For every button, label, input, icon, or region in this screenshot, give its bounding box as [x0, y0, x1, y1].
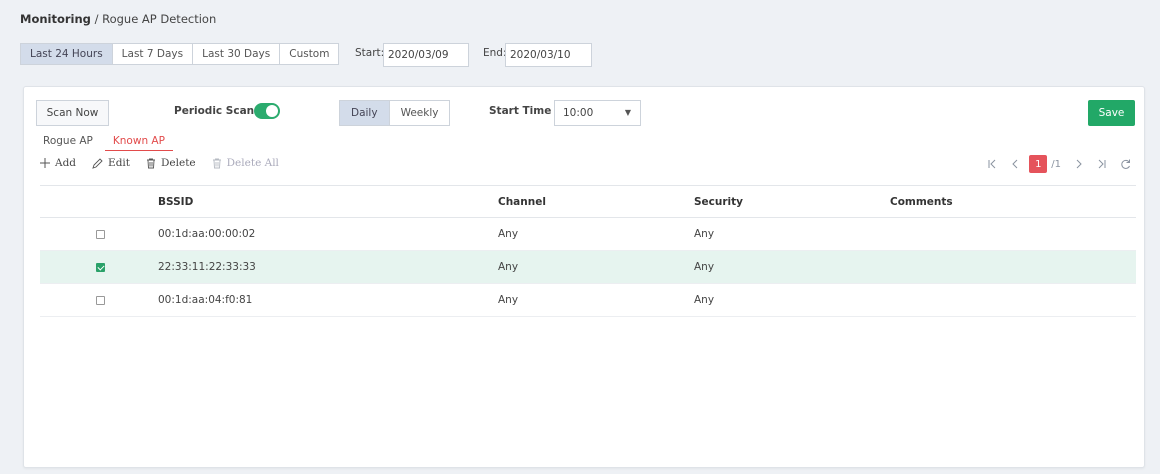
start-date-label: Start:: [355, 47, 385, 59]
trash-icon: [212, 158, 221, 168]
start-time-label: Start Time: [489, 105, 552, 117]
last-page-icon[interactable]: [1093, 155, 1111, 173]
range-last-30-days[interactable]: Last 30 Days: [192, 43, 281, 65]
range-last-24-hours[interactable]: Last 24 Hours: [20, 43, 113, 65]
range-custom[interactable]: Custom: [279, 43, 340, 65]
cell-security: Any: [694, 250, 890, 284]
trash-icon: [147, 158, 155, 168]
toggle-knob: [266, 105, 278, 117]
cell-bssid: 00:1d:aa:04:f0:81: [158, 283, 498, 317]
breadcrumb-separator: /: [94, 12, 99, 26]
cell-bssid: 22:33:11:22:33:33: [158, 250, 498, 284]
header-bssid: BSSID: [158, 185, 498, 218]
frequency-daily[interactable]: Daily: [339, 100, 390, 126]
header-security: Security: [694, 185, 890, 218]
start-time-select[interactable]: 10:00 ▼: [554, 100, 641, 126]
row-checkbox[interactable]: [96, 229, 105, 239]
delete-all-button[interactable]: Delete All: [212, 157, 279, 169]
periodic-scan-toggle[interactable]: [254, 103, 280, 119]
cell-security: Any: [694, 217, 890, 251]
first-page-icon[interactable]: [983, 155, 1001, 173]
header-comments: Comments: [890, 185, 1136, 218]
scan-now-button[interactable]: Scan Now: [36, 100, 109, 126]
breadcrumb-page: Rogue AP Detection: [102, 12, 217, 26]
pagination: 1 /1: [978, 155, 1134, 173]
breadcrumb-section[interactable]: Monitoring: [20, 12, 91, 26]
edit-label: Edit: [108, 157, 130, 169]
frequency-weekly[interactable]: Weekly: [388, 100, 451, 126]
periodic-scan-label: Periodic Scan: [174, 105, 255, 117]
delete-button[interactable]: Delete: [146, 157, 196, 169]
tab-rogue-ap[interactable]: Rogue AP: [37, 132, 99, 151]
time-range-selector: Last 24 Hours Last 7 Days Last 30 Days C…: [20, 43, 340, 65]
start-date-input[interactable]: 2020/03/09: [383, 43, 469, 67]
add-button[interactable]: Add: [40, 157, 76, 169]
rogue-ap-panel: Scan Now Periodic Scan Daily Weekly Star…: [23, 86, 1145, 468]
table-row[interactable]: 00:1d:aa:04:f0:81 Any Any: [40, 283, 1136, 317]
ap-tabs: Rogue AP Known AP: [37, 132, 173, 151]
table-row[interactable]: 22:33:11:22:33:33 Any Any: [40, 250, 1136, 284]
cell-security: Any: [694, 283, 890, 317]
known-ap-table: BSSID Channel Security Comments 00:1d:aa…: [40, 185, 1136, 317]
table-header-row: BSSID Channel Security Comments: [40, 185, 1136, 218]
edit-button[interactable]: Edit: [92, 157, 130, 169]
table-toolbar: Add Edit Delete Delete All: [40, 157, 295, 169]
end-date-label: End:: [483, 47, 507, 59]
delete-all-label: Delete All: [226, 157, 279, 169]
add-label: Add: [55, 157, 77, 169]
cell-comments: [890, 283, 1136, 317]
frequency-selector: Daily Weekly: [339, 100, 451, 126]
cell-comments: [890, 217, 1136, 251]
end-date-input[interactable]: 2020/03/10: [505, 43, 592, 67]
header-select: [40, 185, 158, 218]
cell-channel: Any: [498, 283, 694, 317]
total-pages: /1: [1051, 158, 1061, 170]
cell-bssid: 00:1d:aa:00:00:02: [158, 217, 498, 251]
row-checkbox[interactable]: [96, 262, 105, 272]
prev-page-icon[interactable]: [1006, 155, 1024, 173]
plus-icon: [40, 158, 50, 168]
cell-channel: Any: [498, 217, 694, 251]
cell-comments: [890, 250, 1136, 284]
tab-known-ap[interactable]: Known AP: [104, 132, 173, 151]
breadcrumb: Monitoring / Rogue AP Detection: [20, 12, 216, 26]
start-time-value: 10:00: [563, 107, 594, 119]
current-page[interactable]: 1: [1029, 155, 1048, 173]
table-row[interactable]: 00:1d:aa:00:00:02 Any Any: [40, 217, 1136, 251]
delete-label: Delete: [161, 157, 196, 169]
save-button[interactable]: Save: [1088, 100, 1135, 126]
header-channel: Channel: [498, 185, 694, 218]
pencil-icon: [92, 157, 103, 169]
next-page-icon[interactable]: [1070, 155, 1088, 173]
chevron-down-icon: ▼: [624, 108, 631, 117]
cell-channel: Any: [498, 250, 694, 284]
refresh-icon[interactable]: [1116, 155, 1134, 173]
range-last-7-days[interactable]: Last 7 Days: [111, 43, 194, 65]
row-checkbox[interactable]: [96, 295, 105, 305]
